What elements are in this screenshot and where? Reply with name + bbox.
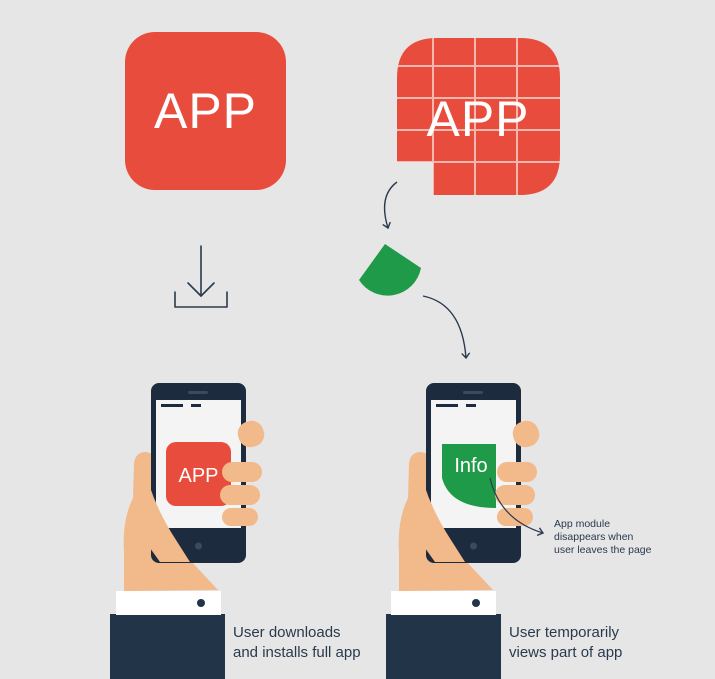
instant-apps-diagram: APP APP APP Info <box>110 32 560 679</box>
finger <box>222 462 262 482</box>
sleeve <box>386 614 501 679</box>
info-module-label: Info <box>454 455 487 477</box>
cuff-button <box>472 599 480 607</box>
modular-app-icon-label: APP <box>426 91 529 147</box>
full-app-icon-label: APP <box>154 83 257 139</box>
curved-arrow-icon <box>422 295 466 358</box>
caption-right: User temporarily views part of app <box>509 623 622 663</box>
module-note-line: disappears when <box>554 531 634 543</box>
modular-app-icon: APP <box>397 38 560 195</box>
screen-app-label: APP <box>178 465 218 487</box>
download-icon <box>174 245 228 308</box>
caption-line: and installs full app <box>233 644 361 661</box>
caption-line: User temporarily <box>509 624 620 641</box>
caption-line: User downloads <box>233 624 341 641</box>
caption-left: User downloads and installs full app <box>233 623 361 663</box>
sleeve <box>110 614 225 679</box>
module-note: App module disappears when user leaves t… <box>554 518 651 557</box>
finger <box>222 508 258 526</box>
shirt-cuff <box>391 591 496 615</box>
shirt-cuff <box>116 591 221 615</box>
caption-line: views part of app <box>509 644 623 661</box>
full-app-icon: APP <box>125 32 286 190</box>
cuff-button <box>197 599 205 607</box>
finger <box>220 485 260 505</box>
curved-arrow-icon <box>385 181 398 228</box>
module-note-line: App module <box>554 518 611 530</box>
green-module-icon <box>359 244 421 296</box>
module-note-line: user leaves the page <box>554 544 652 556</box>
finger <box>497 462 537 482</box>
finger <box>495 485 535 505</box>
finger <box>497 508 533 526</box>
